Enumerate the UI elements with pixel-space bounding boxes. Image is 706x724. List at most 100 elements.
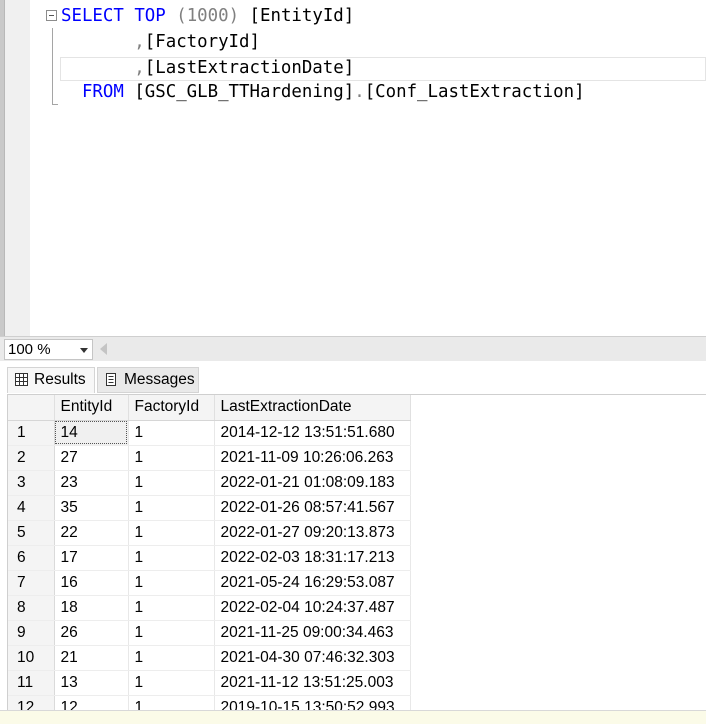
cell-lastextractiondate[interactable]: 2021-11-25 09:00:34.463 bbox=[214, 620, 411, 646]
chevron-down-icon[interactable] bbox=[80, 348, 88, 353]
table-row[interactable]: 5 22 1 2022-01-27 09:20:13.873 bbox=[8, 520, 411, 546]
cell-entityid[interactable]: 18 bbox=[54, 595, 129, 621]
cell-entityid[interactable]: 26 bbox=[54, 620, 129, 646]
results-grid[interactable]: EntityId FactoryId LastExtractionDate 1 … bbox=[7, 394, 706, 710]
cell-lastextractiondate[interactable]: 2019-10-15 13:50:52.993 bbox=[214, 695, 411, 710]
code-line-3[interactable]: ,[LastExtractionDate] bbox=[61, 56, 354, 81]
cell-entityid[interactable]: 21 bbox=[54, 645, 129, 671]
column-header-entityid[interactable]: EntityId bbox=[54, 395, 129, 421]
query-editor[interactable]: SELECT TOP (1000) [EntityId] ,[FactoryId… bbox=[0, 0, 706, 336]
cell-factoryid[interactable]: 1 bbox=[128, 645, 215, 671]
row-number[interactable]: 7 bbox=[8, 570, 55, 596]
table-row[interactable]: 2 27 1 2021-11-09 10:26:06.263 bbox=[8, 445, 411, 471]
cell-lastextractiondate[interactable]: 2021-11-09 10:26:06.263 bbox=[214, 445, 411, 471]
row-number[interactable]: 5 bbox=[8, 520, 55, 546]
cell-factoryid[interactable]: 1 bbox=[128, 520, 215, 546]
table-name: [Conf_LastExtraction] bbox=[364, 82, 585, 102]
cell-entityid[interactable]: 17 bbox=[54, 545, 129, 571]
outline-line-end bbox=[52, 104, 58, 105]
scroll-left-icon[interactable] bbox=[100, 343, 107, 355]
column-lastextractiondate: [LastExtractionDate] bbox=[144, 58, 355, 78]
cell-lastextractiondate[interactable]: 2021-05-24 16:29:53.087 bbox=[214, 570, 411, 596]
code-line-1[interactable]: SELECT TOP (1000) [EntityId] bbox=[61, 4, 354, 29]
cell-lastextractiondate[interactable]: 2021-11-12 13:51:25.003 bbox=[214, 670, 411, 696]
row-number[interactable]: 9 bbox=[8, 620, 55, 646]
comma: , bbox=[134, 58, 145, 78]
cell-factoryid[interactable]: 1 bbox=[128, 470, 215, 496]
cell-factoryid[interactable]: 1 bbox=[128, 420, 215, 446]
table-row[interactable]: 12 12 1 2019-10-15 13:50:52.993 bbox=[8, 695, 411, 710]
cell-lastextractiondate[interactable]: 2022-01-21 01:08:09.183 bbox=[214, 470, 411, 496]
row-number[interactable]: 6 bbox=[8, 545, 55, 571]
cell-factoryid[interactable]: 1 bbox=[128, 570, 215, 596]
results-tabs: Results Messages bbox=[0, 361, 706, 394]
cell-entityid[interactable]: 23 bbox=[54, 470, 129, 496]
tab-results[interactable]: Results bbox=[7, 367, 95, 393]
code-line-2[interactable]: ,[FactoryId] bbox=[61, 30, 260, 55]
outline-line bbox=[52, 28, 53, 104]
schema-name: [GSC_GLB_TTHardening] bbox=[134, 82, 355, 102]
cell-entityid[interactable]: 22 bbox=[54, 520, 129, 546]
cell-factoryid[interactable]: 1 bbox=[128, 670, 215, 696]
table-row[interactable]: 1 14 1 2014-12-12 13:51:51.680 bbox=[8, 420, 411, 446]
collapse-icon[interactable] bbox=[46, 10, 57, 21]
cell-lastextractiondate[interactable]: 2021-04-30 07:46:32.303 bbox=[214, 645, 411, 671]
cell-factoryid[interactable]: 1 bbox=[128, 545, 215, 571]
table-row[interactable]: 4 35 1 2022-01-26 08:57:41.567 bbox=[8, 495, 411, 521]
dot: . bbox=[354, 82, 365, 102]
cell-factoryid[interactable]: 1 bbox=[128, 595, 215, 621]
table-row[interactable]: 10 21 1 2021-04-30 07:46:32.303 bbox=[8, 645, 411, 671]
row-number[interactable]: 10 bbox=[8, 645, 55, 671]
table-row[interactable]: 8 18 1 2022-02-04 10:24:37.487 bbox=[8, 595, 411, 621]
cell-lastextractiondate[interactable]: 2022-01-26 08:57:41.567 bbox=[214, 495, 411, 521]
cell-lastextractiondate[interactable]: 2022-01-27 09:20:13.873 bbox=[214, 520, 411, 546]
table-row[interactable]: 9 26 1 2021-11-25 09:00:34.463 bbox=[8, 620, 411, 646]
cell-factoryid[interactable]: 1 bbox=[128, 620, 215, 646]
keyword-top: TOP bbox=[134, 6, 166, 26]
table-row[interactable]: 7 16 1 2021-05-24 16:29:53.087 bbox=[8, 570, 411, 596]
cell-entityid[interactable]: 35 bbox=[54, 495, 129, 521]
cell-factoryid[interactable]: 1 bbox=[128, 695, 215, 710]
cell-entityid[interactable]: 12 bbox=[54, 695, 129, 710]
column-entityid: [EntityId] bbox=[249, 6, 355, 26]
cell-lastextractiondate[interactable]: 2022-02-04 10:24:37.487 bbox=[214, 595, 411, 621]
zoom-select[interactable]: 100 % bbox=[4, 339, 93, 360]
keyword-from: FROM bbox=[81, 82, 124, 102]
row-number[interactable]: 2 bbox=[8, 445, 55, 471]
cell-factoryid[interactable]: 1 bbox=[128, 445, 215, 471]
editor-zoom-bar: 100 % bbox=[0, 336, 706, 361]
table-row[interactable]: 6 17 1 2022-02-03 18:31:17.213 bbox=[8, 545, 411, 571]
cell-factoryid[interactable]: 1 bbox=[128, 495, 215, 521]
messages-icon bbox=[106, 373, 116, 386]
cell-entityid[interactable]: 13 bbox=[54, 670, 129, 696]
cell-lastextractiondate[interactable]: 2014-12-12 13:51:51.680 bbox=[214, 420, 411, 446]
tab-results-label: Results bbox=[34, 371, 86, 388]
header-row: EntityId FactoryId LastExtractionDate bbox=[8, 395, 411, 421]
results-table: EntityId FactoryId LastExtractionDate 1 … bbox=[8, 395, 411, 710]
row-number[interactable]: 8 bbox=[8, 595, 55, 621]
row-number[interactable]: 12 bbox=[8, 695, 55, 710]
table-row[interactable]: 3 23 1 2022-01-21 01:08:09.183 bbox=[8, 470, 411, 496]
code-line-4[interactable]: FROM [GSC_GLB_TTHardening].[Conf_LastExt… bbox=[61, 80, 585, 105]
cell-entityid[interactable]: 16 bbox=[54, 570, 129, 596]
row-number[interactable]: 4 bbox=[8, 495, 55, 521]
row-number-header[interactable] bbox=[8, 395, 55, 421]
grid-icon bbox=[15, 373, 28, 386]
tab-messages[interactable]: Messages bbox=[97, 367, 199, 393]
table-row[interactable]: 11 13 1 2021-11-12 13:51:25.003 bbox=[8, 670, 411, 696]
cell-lastextractiondate[interactable]: 2022-02-03 18:31:17.213 bbox=[214, 545, 411, 571]
cell-entityid[interactable]: 14 bbox=[54, 420, 129, 446]
row-number[interactable]: 3 bbox=[8, 470, 55, 496]
cell-entityid[interactable]: 27 bbox=[54, 445, 129, 471]
zoom-value: 100 % bbox=[8, 341, 51, 358]
column-factoryid: [FactoryId] bbox=[144, 32, 260, 52]
editor-gutter bbox=[5, 0, 30, 336]
keyword-select: SELECT bbox=[61, 6, 124, 26]
tab-messages-label: Messages bbox=[124, 371, 195, 388]
row-number[interactable]: 11 bbox=[8, 670, 55, 696]
status-bar bbox=[0, 710, 706, 724]
column-header-lastextractiondate[interactable]: LastExtractionDate bbox=[214, 395, 411, 421]
column-header-factoryid[interactable]: FactoryId bbox=[128, 395, 215, 421]
row-number[interactable]: 1 bbox=[8, 420, 55, 446]
top-count: (1000) bbox=[176, 6, 240, 26]
